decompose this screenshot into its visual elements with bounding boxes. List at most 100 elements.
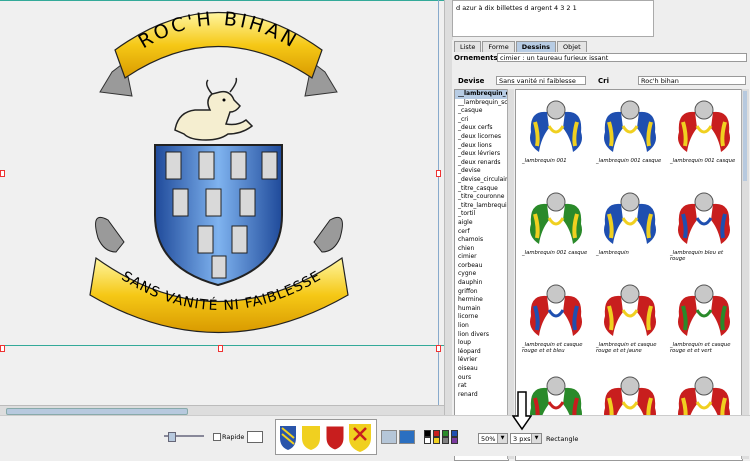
gallery-caption: _lambrequin 001 casque [522,250,588,256]
ornements-field[interactable]: cimier : un taureau furieux issant [497,53,747,62]
tab-liste[interactable]: Liste [454,41,482,52]
gallery-scrollbar[interactable] [741,89,749,459]
rapide-label: Rapide [222,433,245,441]
right-panel: Liste Forme Dessins Objet Ornements cimi… [452,40,749,461]
bull-cimier [174,77,254,141]
gallery-item[interactable]: _lambrequin et casque rouge et et vert [668,276,740,368]
bottom-toolbar: Rapide 50% ▼ 3 pxs ▼ Rectangle [0,391,750,456]
speed-slider[interactable] [164,432,204,442]
lambrequin-icon [530,284,582,336]
list-item[interactable]: léopard [455,348,508,357]
gallery-caption: _lambrequin et casque rouge et et bleu [522,342,583,354]
list-item[interactable]: lion [455,322,508,331]
lambrequin-icon [604,192,656,244]
palette-swatch[interactable] [424,430,431,437]
list-item[interactable]: griffon [455,288,508,297]
list-item[interactable]: _cri [455,116,508,125]
gallery-item[interactable]: _lambrequin et casque rouge et et jaune [594,276,666,368]
list-item[interactable]: _titre_casque [455,185,508,194]
list-item[interactable]: ours [455,374,508,383]
resize-handle[interactable] [0,345,5,352]
description-box[interactable]: d azur à dix billettes d argent 4 3 2 1 [452,0,654,37]
gallery-item[interactable]: _lambrequin et casque rouge et et bleu [520,276,592,368]
stroke-combo[interactable]: 3 pxs ▼ [510,433,542,444]
resize-handle[interactable] [436,345,441,352]
palette-swatch[interactable] [433,437,440,444]
palette-swatch[interactable] [442,437,449,444]
list-item[interactable]: cimier [455,253,508,262]
pattern-swatch-2[interactable] [399,430,415,444]
gallery-caption: _lambrequin [596,250,629,256]
gallery-item[interactable]: _lambrequin bleu et rouge [668,184,740,276]
list-item[interactable]: hermine [455,296,508,305]
lambrequin-icon [530,192,582,244]
rapide-checkbox[interactable] [213,433,221,441]
palette-swatch[interactable] [424,437,431,444]
list-item[interactable]: lévrier [455,356,508,365]
palette-swatch[interactable] [442,430,449,437]
gallery-caption: _lambrequin et casque rouge et et jaune [596,342,657,354]
lambrequin-icon [604,284,656,336]
devise-field[interactable]: Sans vanité ni faiblesse [496,76,586,85]
list-item[interactable]: _deux lévriers [455,150,508,159]
list-item[interactable]: _devise [455,167,508,176]
list-item[interactable]: chien [455,245,508,254]
list-item[interactable]: oiseau [455,365,508,374]
list-item[interactable]: _devise_circulaire [455,176,508,185]
list-item[interactable]: rat [455,382,508,391]
gallery-caption: _lambrequin 001 [522,158,567,164]
drawing-canvas[interactable]: ROC'H BIHAN SANS VANITÉ NI FAIBLESSE [0,0,444,415]
gallery-item[interactable]: _lambrequin 001 casque [520,184,592,276]
list-item[interactable]: aigle [455,219,508,228]
list-item[interactable]: loup [455,339,508,348]
list-item[interactable]: _titre_lambrequin [455,202,508,211]
list-item[interactable]: cerf [455,228,508,237]
tab-bar: Liste Forme Dessins Objet [454,41,588,52]
list-item[interactable]: _deux lions [455,142,508,151]
recent-arms-strip[interactable] [275,419,377,455]
color-palette[interactable] [424,430,472,444]
list-item[interactable]: lion divers [455,331,508,340]
devise-label: Devise [458,77,485,85]
list-item[interactable]: corbeau [455,262,508,271]
tab-dessins[interactable]: Dessins [515,41,557,52]
list-item[interactable]: _deux licornes [455,133,508,142]
list-item[interactable]: _casque [455,107,508,116]
list-item[interactable]: cygne [455,270,508,279]
list-item[interactable]: _titre_couronne [455,193,508,202]
gallery-item[interactable]: _lambrequin 001 casque [668,92,740,184]
list-item[interactable]: renard [455,391,508,400]
zoom-combo[interactable]: 50% ▼ [478,433,508,444]
cri-field[interactable]: Roc'h bihan [638,76,746,85]
gallery-item[interactable]: _lambrequin 001 [520,92,592,184]
list-item[interactable]: _deux cerfs [455,124,508,133]
palette-swatch[interactable] [433,430,440,437]
palette-swatch[interactable] [451,430,458,437]
coat-of-arms: ROC'H BIHAN SANS VANITÉ NI FAIBLESSE [89,8,349,333]
element-list[interactable]: __lambrequin_c __lambrequin_sc _casque _cri… [454,89,509,461]
cri-label: Cri [598,77,609,85]
list-item[interactable]: dauphin [455,279,508,288]
tab-objet[interactable]: Objet [557,41,587,52]
gallery-caption: _lambrequin et casque rouge et et vert [670,342,731,354]
palette-swatch[interactable] [451,437,458,444]
gallery-caption: _lambrequin 001 casque [670,158,736,164]
pattern-swatch-1[interactable] [381,430,397,444]
list-item[interactable]: licorne [455,313,508,322]
lambrequin-icon [678,100,730,152]
color-preview[interactable] [247,431,263,443]
ornament-gallery[interactable]: _lambrequin 001 _lambrequin 001 casque _la… [515,89,743,461]
canvas-hscrollbar[interactable] [0,405,444,415]
list-item[interactable]: _deux renards [455,159,508,168]
lambrequin-icon [678,284,730,336]
resize-handle[interactable] [218,345,223,352]
description-text: d azur à dix billettes d argent 4 3 2 1 [456,4,577,12]
tab-forme[interactable]: Forme [482,41,515,52]
list-item[interactable]: __lambrequin_c [455,90,508,99]
list-item[interactable]: __lambrequin_sc [455,99,508,108]
gallery-item[interactable]: _lambrequin [594,184,666,276]
list-item[interactable]: _tortil [455,210,508,219]
gallery-item[interactable]: _lambrequin 001 casque [594,92,666,184]
list-item[interactable]: chamois [455,236,508,245]
list-item[interactable]: humain [455,305,508,314]
